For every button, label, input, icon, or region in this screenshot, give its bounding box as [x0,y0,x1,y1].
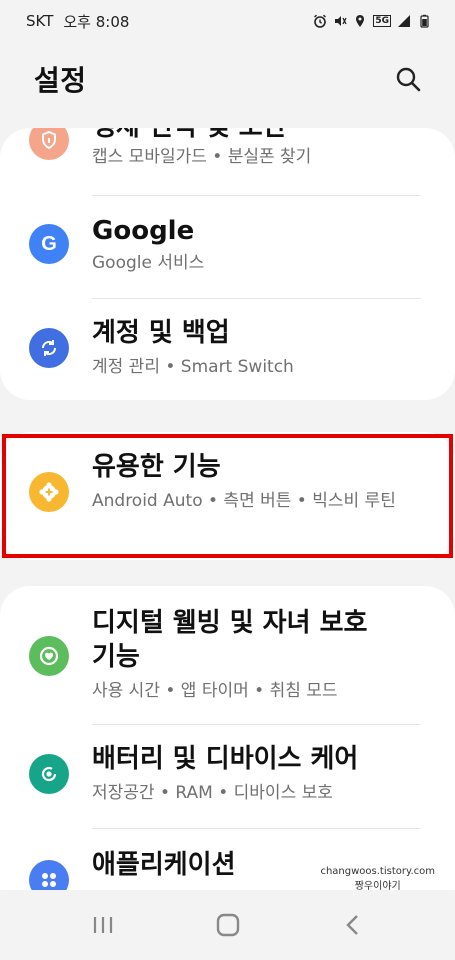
carrier-label: SKT [26,12,54,30]
item-title: 생체 인식 및 보안 [92,128,412,144]
menu-item-advanced-features[interactable]: 유용한 기능 Android Auto • 측면 버튼 • 빅스비 루틴 [0,432,455,560]
device-care-icon [41,766,57,782]
menu-item-google[interactable]: G Google Google 서비스 [0,198,455,298]
item-title: Google [92,216,195,246]
item-title: 디지털 웰빙 및 자녀 보호 기능 [92,608,368,672]
item-icon [29,328,69,368]
settings-card-1: 생체 인식 및 보안 캡스 모바일가드 • 분실폰 찾기 G Google Go… [0,128,455,400]
navigation-bar [0,890,455,960]
divider [92,828,421,829]
divider [92,724,421,725]
apps-icon [42,873,56,887]
menu-item-battery-device-care[interactable]: 배터리 및 디바이스 케어 저장공간 • RAM • 디바이스 보호 [0,726,455,828]
settings-header: 설정 [0,42,455,116]
alarm-icon [314,14,327,28]
menu-item-security[interactable]: 생체 인식 및 보안 캡스 모바일가드 • 분실폰 찾기 [0,128,455,186]
item-icon: G [29,224,69,264]
item-title: 배터리 및 디바이스 케어 [92,744,359,774]
location-icon [356,15,365,27]
item-title: 계정 및 백업 [92,318,230,348]
settings-card-2: 유용한 기능 Android Auto • 측면 버튼 • 빅스비 루틴 [0,432,455,560]
search-button[interactable] [391,62,425,96]
divider [92,298,421,299]
divider [92,195,421,196]
item-icon [29,754,69,794]
wellbeing-icon [39,646,59,666]
item-icon [29,128,69,160]
recents-icon [93,917,112,933]
menu-item-accounts-backup[interactable]: 계정 및 백업 계정 관리 • Smart Switch [0,300,455,400]
menu-item-digital-wellbeing[interactable]: 디지털 웰빙 및 자녀 보호 기능 사용 시간 • 앱 타이머 • 취침 모드 [0,586,455,722]
battery-icon [420,14,429,28]
item-subtitle: Google 서비스 [92,253,205,273]
item-subtitle: 사용 시간 • 앱 타이머 • 취침 모드 [92,681,338,701]
item-subtitle: 계정 관리 • Smart Switch [92,357,294,377]
page-title: 설정 [34,64,87,97]
google-icon: G [41,232,57,255]
item-title: 유용한 기능 [92,452,221,482]
sync-icon [41,340,57,356]
signal-icon [398,15,410,27]
watermark-url: changwoos.tistory.com [320,866,435,877]
shield-icon [42,130,56,150]
item-icon [29,636,69,676]
item-subtitle: Android Auto • 측면 버튼 • 빅스비 루틴 [92,491,396,511]
home-icon [216,913,239,937]
network-label: 5G [373,15,391,27]
plus-gear-icon [39,482,59,502]
item-subtitle: 저장공간 • RAM • 디바이스 보호 [92,783,333,803]
item-icon [29,472,69,512]
search-icon [396,67,421,92]
back-button[interactable] [323,905,383,945]
recent-apps-button[interactable] [73,905,133,945]
back-icon [345,915,358,935]
status-bar: SKT 오후 8:08 5G [0,0,455,42]
status-time: 오후 8:08 [63,12,130,31]
home-button[interactable] [198,905,258,945]
item-subtitle: 캡스 모바일가드 • 분실폰 찾기 [92,147,312,167]
mute-icon [335,16,347,26]
